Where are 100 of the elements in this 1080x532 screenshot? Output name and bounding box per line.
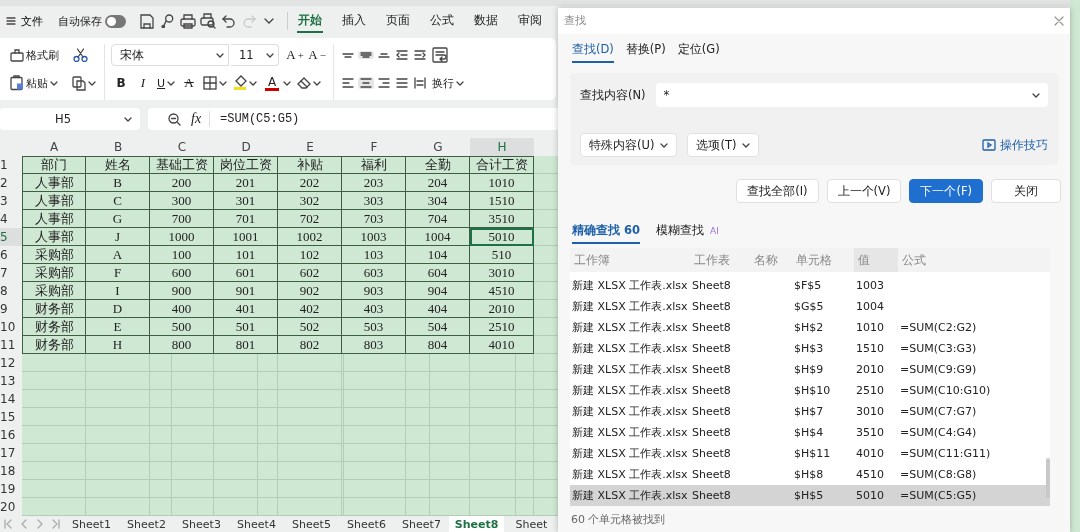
ribbon-tab[interactable]: 数据 (472, 9, 499, 33)
result-row[interactable]: 新建 XLSX 工作表.xlsx Sheet8 $H$3 1510 =SUM(C3:G3) (570, 338, 1050, 359)
dialog-button[interactable]: 上一个(V) (826, 179, 902, 203)
result-row[interactable]: 新建 XLSX 工作表.xlsx Sheet8 $H$9 2010 =SUM(C9:G9) (570, 359, 1050, 380)
table-cell: 503 (342, 318, 406, 336)
sheet-tab[interactable]: Sheet2 (119, 516, 174, 532)
ribbon-tab[interactable]: 审阅 (516, 9, 543, 33)
print-preview-icon[interactable] (200, 13, 217, 29)
align-middle-button[interactable] (358, 51, 374, 59)
bold-button[interactable]: B (111, 75, 131, 91)
dialog-tab[interactable]: 定位(G) (677, 40, 720, 63)
result-row[interactable]: 新建 XLSX 工作表.xlsx Sheet8 $H$2 1010 =SUM(C2:G2) (570, 317, 1050, 338)
table-cell: 采购部 (22, 246, 86, 264)
result-row[interactable]: 新建 XLSX 工作表.xlsx Sheet8 $H$10 2510 =SUM(C10:G10) (570, 380, 1050, 401)
formula-field[interactable]: fx =SUM(C5:G5) (148, 108, 558, 130)
sheet-tab[interactable]: Sheet5 (284, 516, 339, 532)
align-outdent-button[interactable] (394, 49, 410, 61)
save-icon[interactable] (140, 13, 155, 29)
table-cell: 401 (214, 300, 278, 318)
align-bottom-button[interactable] (376, 51, 392, 59)
autosave-toggle[interactable] (105, 14, 126, 28)
result-row[interactable]: 新建 XLSX 工作表.xlsx Sheet8 $H$8 4510 =SUM(C8:G8) (570, 464, 1050, 485)
wrap-text-button[interactable]: 换行 (430, 74, 466, 92)
scissors-icon[interactable] (73, 47, 88, 63)
table-cell: 900 (150, 282, 214, 300)
align-right-button[interactable] (376, 77, 392, 89)
table-cell: 补贴 (278, 156, 342, 174)
align-indent-button[interactable] (412, 49, 428, 61)
eraser-icon (297, 77, 312, 89)
ribbon-tab[interactable]: 插入 (340, 9, 367, 33)
chevron-down-icon[interactable] (264, 18, 275, 24)
printer-icon[interactable] (180, 13, 197, 29)
zoom-icon[interactable] (168, 112, 181, 126)
file-menu-button[interactable]: 文件 (6, 13, 43, 29)
sheet-tab[interactable]: Sheet8 (449, 516, 504, 532)
loop-icon[interactable] (161, 13, 175, 29)
table-cell: 301 (214, 192, 278, 210)
font-color-button[interactable]: A (261, 73, 294, 93)
wrap-text-icon[interactable] (432, 47, 448, 63)
format-painter-button[interactable]: 格式刷 (8, 46, 61, 64)
table-cell: 采购部 (22, 282, 86, 300)
sheet-tab[interactable]: Sheet7 (394, 516, 449, 532)
result-row[interactable]: 新建 XLSX 工作表.xlsx Sheet8 $H$4 3510 =SUM(C4:G4) (570, 422, 1050, 443)
strikethrough-button[interactable]: A (179, 74, 200, 92)
name-box[interactable]: H5 (0, 108, 140, 130)
special-content-dropdown[interactable]: 特殊内容(U) (580, 133, 678, 157)
function-button[interactable]: fx (191, 111, 211, 127)
table-cell: 204 (406, 174, 470, 192)
align-distributed-button[interactable] (412, 76, 428, 90)
sheet-tab[interactable]: Sheet (504, 516, 559, 532)
table-cell: 902 (278, 282, 342, 300)
result-tab[interactable]: 模糊查找 AI (656, 221, 719, 244)
table-cell: 804 (406, 336, 470, 354)
result-row[interactable]: 新建 XLSX 工作表.xlsx Sheet8 $H$5 5010 =SUM(C5:G5) (570, 485, 1050, 506)
ribbon-tab[interactable]: 开始 (296, 9, 323, 33)
sheet-tab[interactable]: Sheet6 (339, 516, 394, 532)
align-center-button[interactable] (358, 77, 374, 89)
table-cell: D (86, 300, 150, 318)
font-size-select[interactable]: 11 (231, 44, 279, 66)
ribbon-tab[interactable]: 页面 (384, 9, 411, 33)
options-dropdown[interactable]: 选项(T) (687, 133, 760, 157)
underline-button[interactable]: U (155, 75, 178, 91)
dialog-title: 查找 (564, 14, 586, 28)
dialog-button[interactable]: 查找全部(I) (736, 179, 819, 203)
tips-link[interactable]: 操作技巧 (982, 137, 1048, 153)
sheet-tab[interactable]: Sheet1 (64, 516, 119, 532)
sheet-tab[interactable]: Sheet4 (229, 516, 284, 532)
sheet-tab[interactable]: Sheet3 (174, 516, 229, 532)
caret-icon (124, 116, 132, 122)
font-select[interactable]: 宋体 (111, 44, 229, 66)
table-cell: 800 (150, 336, 214, 354)
close-icon[interactable] (1054, 16, 1064, 26)
table-cell: E (86, 318, 150, 336)
result-row[interactable]: 新建 XLSX 工作表.xlsx Sheet8 $F$5 1003 (570, 275, 1050, 296)
align-top-button[interactable] (340, 51, 356, 59)
result-row[interactable]: 新建 XLSX 工作表.xlsx Sheet8 $H$7 3010 =SUM(C7:G7) (570, 401, 1050, 422)
dialog-tab[interactable]: 查找(D) (572, 40, 614, 63)
undo-icon[interactable] (222, 14, 236, 28)
align-left-button[interactable] (340, 77, 356, 89)
align-right-icon (378, 78, 390, 88)
dialog-button[interactable]: 关闭 (991, 179, 1061, 203)
scrollbar-thumb[interactable] (1046, 458, 1050, 498)
table-cell: 704 (406, 210, 470, 228)
result-row[interactable]: 新建 XLSX 工作表.xlsx Sheet8 $H$11 4010 =SUM(C11:G11) (570, 443, 1050, 464)
ribbon-tab[interactable]: 公式 (428, 9, 455, 33)
column-header[interactable]: H (470, 138, 534, 156)
grid-icon (203, 76, 218, 90)
italic-button[interactable]: I (133, 74, 153, 92)
dialog-tab[interactable]: 替换(P) (625, 40, 666, 63)
copy-button[interactable] (70, 74, 98, 92)
align-justify-button[interactable] (394, 77, 410, 89)
result-tab[interactable]: 精确查找 60 (572, 221, 640, 244)
result-row[interactable]: 新建 XLSX 工作表.xlsx Sheet8 $G$5 1004 (570, 296, 1050, 317)
dialog-button[interactable]: 下一个(F) (909, 179, 983, 203)
paste-button[interactable]: 粘贴 (8, 74, 60, 92)
table-cell: 人事部 (22, 192, 86, 210)
find-field[interactable]: * (655, 83, 1048, 107)
row-header[interactable]: 5 (0, 228, 22, 246)
table-cell: 人事部 (22, 228, 86, 246)
align-indent-icon (414, 50, 426, 60)
